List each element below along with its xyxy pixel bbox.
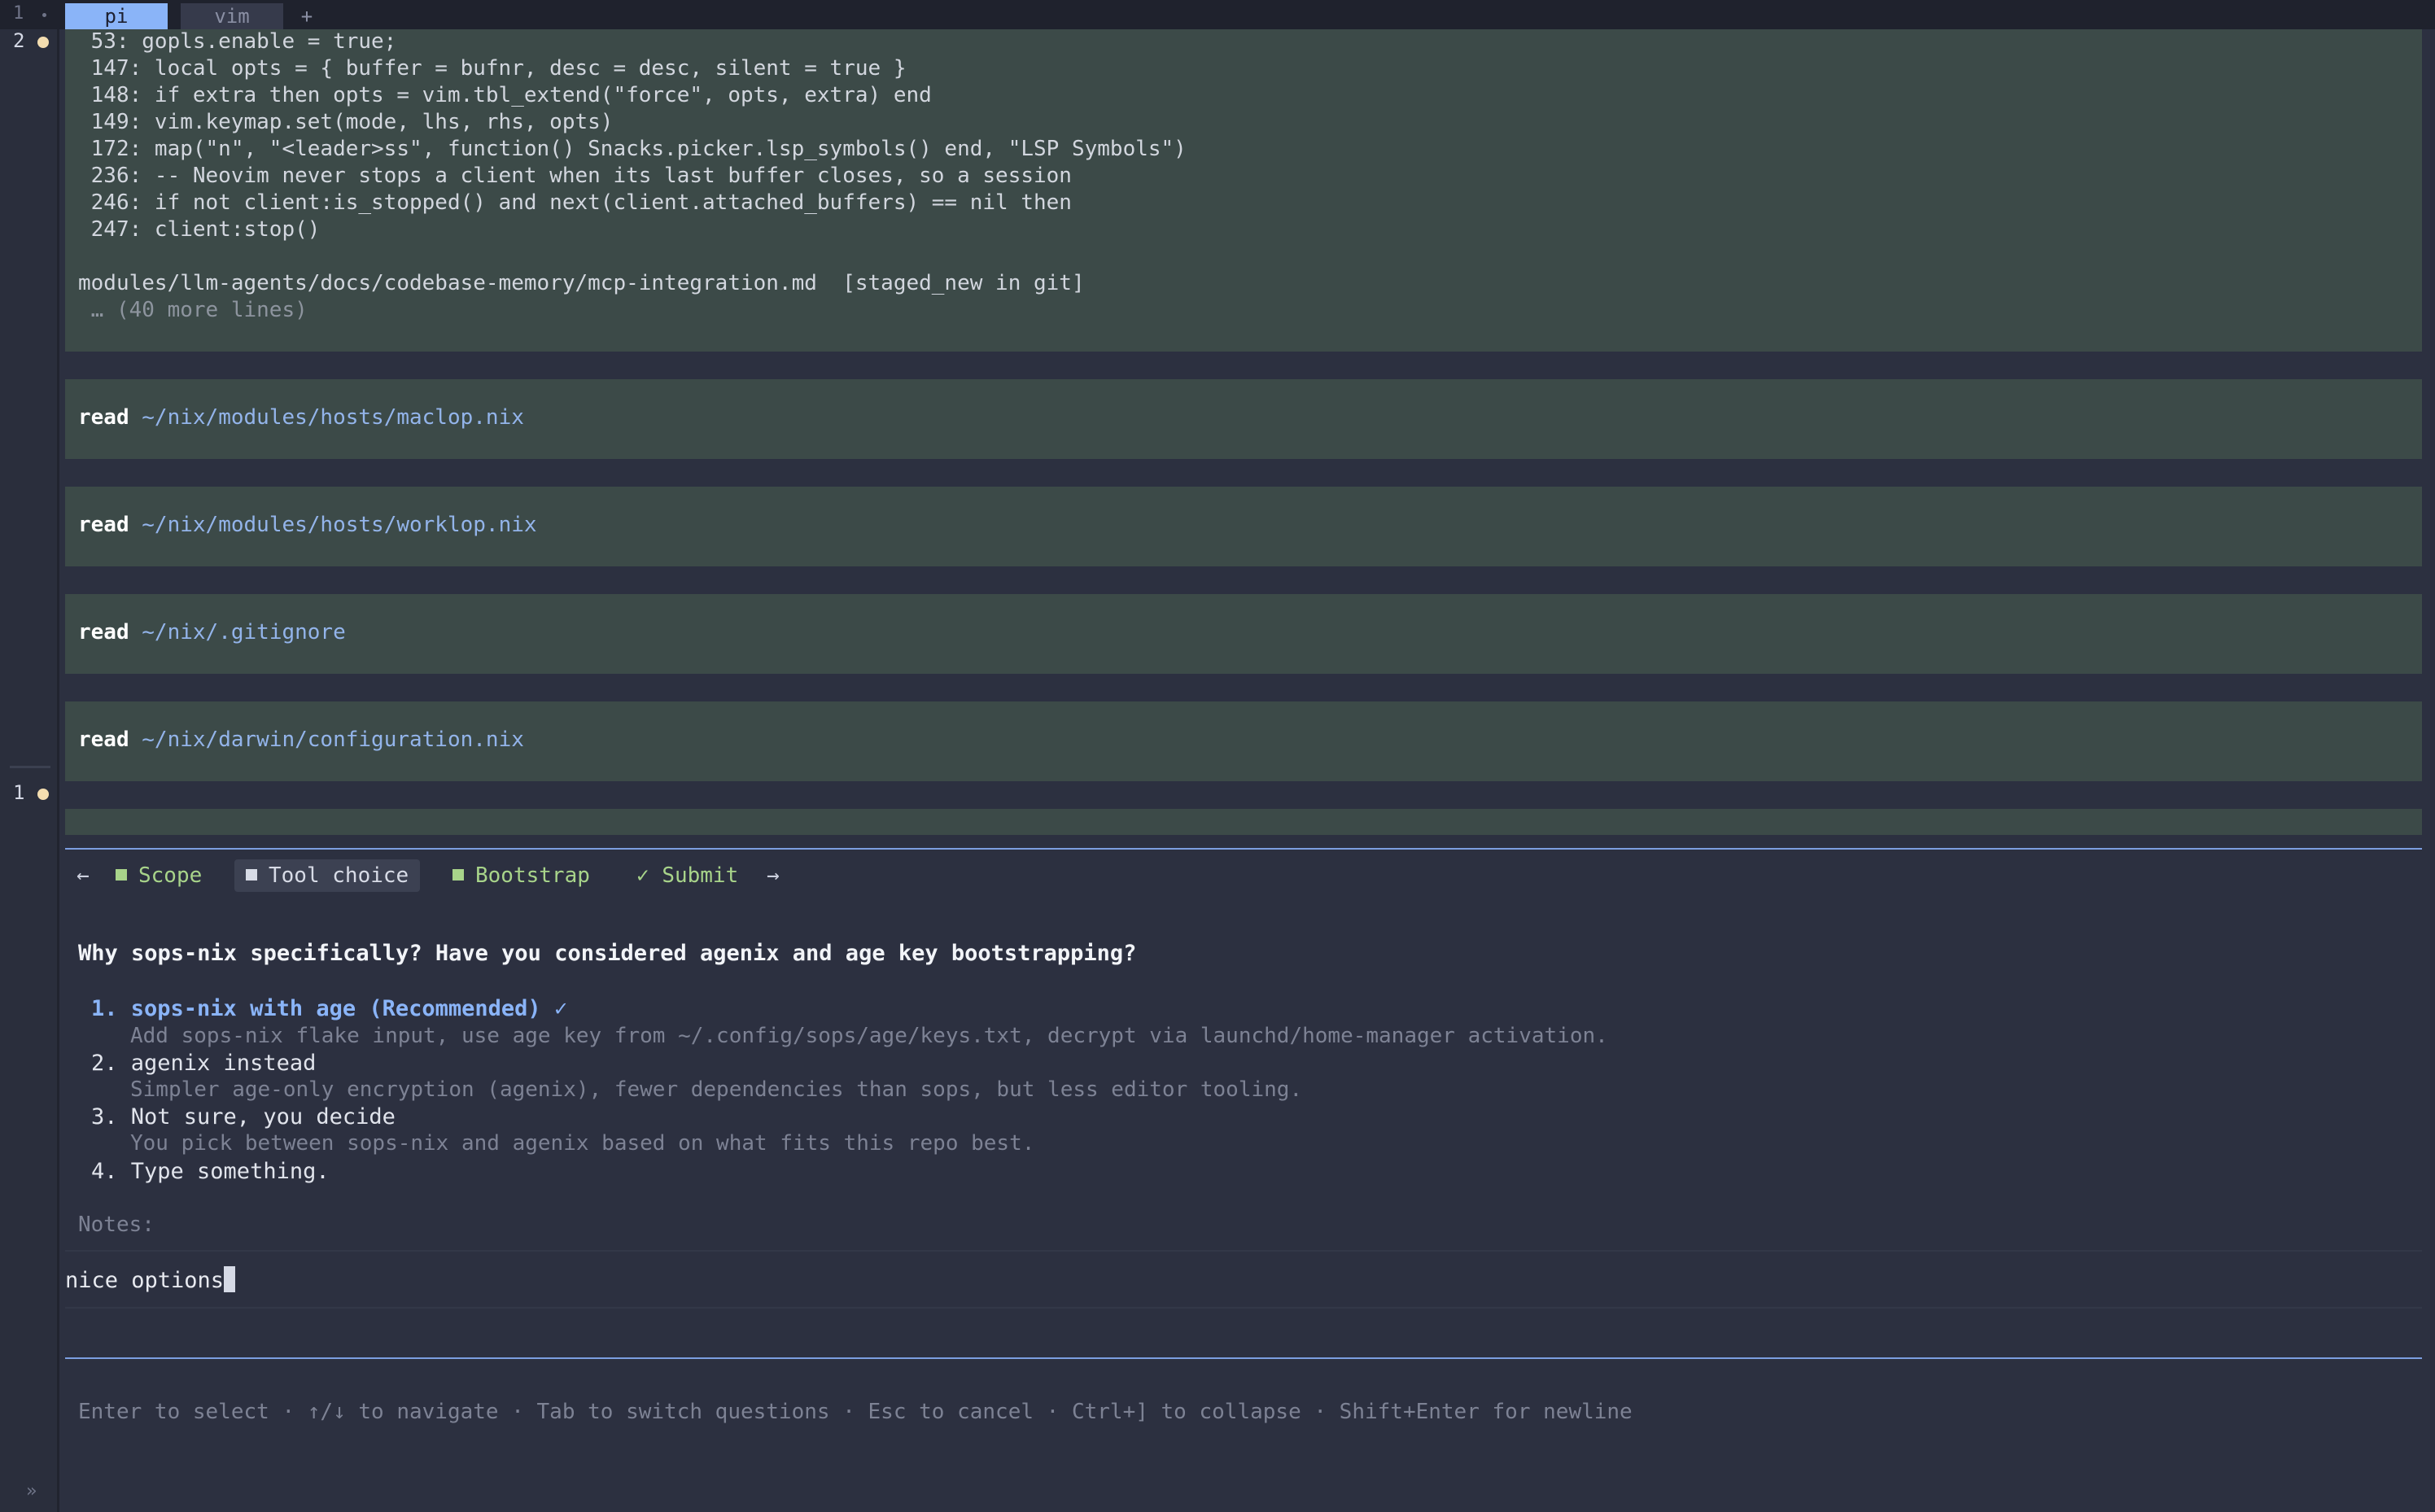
tab-bar: 1 pi vim + [0, 0, 2435, 29]
step-submit[interactable]: ✓ Submit [636, 859, 738, 892]
grep-line: 247: client:stop() [78, 217, 321, 242]
grep-line: 172: map("n", "<leader>ss", function() S… [78, 137, 1187, 161]
help-separator [65, 1357, 2422, 1359]
pane-gutter: 2 1 [0, 29, 59, 1512]
grep-file-line: modules/llm-agents/docs/codebase-memory/… [78, 271, 1085, 295]
check-icon: ✓ [636, 863, 649, 888]
grep-line: 149: vim.keymap.set(mode, lhs, rhs, opts… [78, 110, 614, 134]
question-steps: ← Scope Tool choice Bootstrap ✓ Submit → [65, 859, 1042, 895]
pane-number-1[interactable]: 1 [13, 781, 24, 804]
panel-separator [65, 848, 2422, 850]
step-tool-choice[interactable]: Tool choice [234, 859, 421, 892]
read-block[interactable]: read ~/nix/.gitignore [65, 594, 2422, 674]
notes-input-value[interactable]: nice options [65, 1268, 224, 1293]
prev-step-arrow-icon[interactable]: ← [77, 859, 90, 892]
grep-line: 236: -- Neovim never stops a client when… [78, 164, 1072, 188]
read-path: ~/nix/modules/hosts/worklop.nix [142, 513, 537, 537]
read-block[interactable]: read ~/nix/modules/hosts/worklop.nix [65, 487, 2422, 566]
step-bootstrap[interactable]: Bootstrap [452, 859, 590, 892]
read-block[interactable]: read ~/nix/darwin/configuration.nix [65, 701, 2422, 781]
option-2-description: Simpler age-only encryption (agenix), fe… [130, 1077, 1303, 1102]
pane-divider [10, 766, 50, 768]
pending-block [65, 809, 2422, 835]
tab-vim[interactable]: vim [181, 3, 283, 29]
session-index-dot [42, 13, 46, 17]
grep-line: 147: local opts = { buffer = bufnr, desc… [78, 56, 907, 81]
pane-activity-dot-icon [37, 789, 49, 800]
option-1-description: Add sops-nix flake input, use age key fr… [130, 1024, 1608, 1048]
pane-number-2[interactable]: 2 [13, 29, 24, 52]
pane-activity-dot-icon [37, 37, 49, 48]
tab-pi[interactable]: pi [65, 3, 168, 29]
step-scope[interactable]: Scope [116, 859, 202, 892]
read-path: ~/nix/.gitignore [142, 620, 346, 645]
grep-line: 246: if not client:is_stopped() and next… [78, 190, 1072, 215]
text-cursor [224, 1266, 236, 1292]
new-tab-button[interactable]: + [295, 3, 319, 29]
step-done-icon [452, 868, 464, 881]
step-current-icon [246, 868, 257, 881]
grep-line: 53: gopls.enable = true; [78, 29, 397, 54]
read-path: ~/nix/modules/hosts/maclop.nix [142, 405, 524, 430]
grep-line: 148: if extra then opts = vim.tbl_extend… [78, 83, 932, 107]
keyboard-help: Enter to select · ↑/↓ to navigate · Tab … [78, 1400, 1633, 1424]
more-lines-indicator[interactable]: … (40 more lines) [78, 298, 308, 322]
option-4[interactable]: 4. Type something. [91, 1159, 330, 1184]
read-keyword: read [78, 728, 129, 752]
read-path: ~/nix/darwin/configuration.nix [142, 728, 524, 752]
option-1[interactable]: 1. sops-nix with age (Recommended) ✓ [91, 996, 567, 1021]
read-block[interactable]: read ~/nix/modules/hosts/maclop.nix [65, 379, 2422, 459]
question-text: Why sops-nix specifically? Have you cons… [78, 941, 1137, 966]
notes-field[interactable]: nice options [65, 1250, 2422, 1309]
option-3[interactable]: 3. Not sure, you decide [91, 1104, 396, 1130]
option-2[interactable]: 2. agenix instead [91, 1051, 316, 1076]
session-index: 1 [13, 3, 24, 24]
next-step-arrow-icon[interactable]: → [767, 859, 780, 892]
step-done-icon [116, 868, 127, 881]
read-keyword: read [78, 405, 129, 430]
read-keyword: read [78, 620, 129, 645]
expand-chevron-icon[interactable]: » [26, 1481, 37, 1501]
notes-label: Notes: [78, 1213, 155, 1237]
tool-output-block: 53: gopls.enable = true; 147: local opts… [65, 29, 2422, 352]
option-3-description: You pick between sops-nix and agenix bas… [130, 1131, 1035, 1156]
read-keyword: read [78, 513, 129, 537]
